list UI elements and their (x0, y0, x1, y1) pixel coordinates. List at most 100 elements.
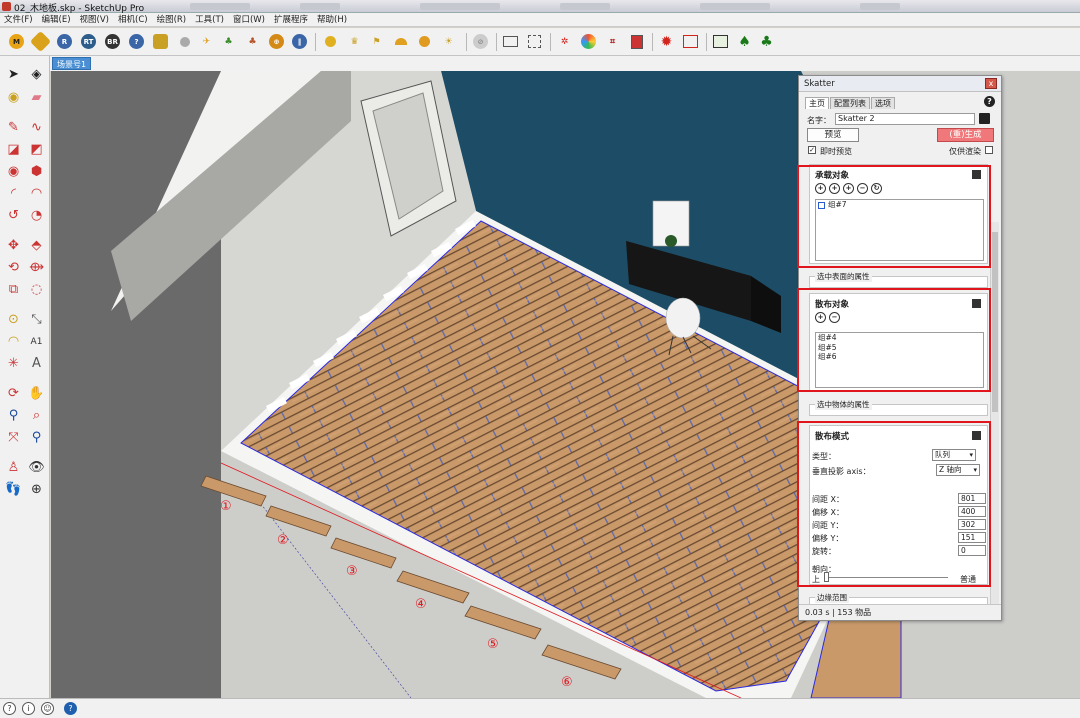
tape-measure-icon[interactable]: ⊙ (4, 310, 23, 329)
flag-icon[interactable]: ⚑ (368, 33, 385, 50)
list-item[interactable]: 组#5 (816, 343, 983, 353)
arc-2-icon[interactable]: ◠ (27, 184, 46, 203)
spacing-x-input[interactable]: 801 (958, 493, 986, 504)
offset-icon[interactable]: ◌ (27, 280, 46, 299)
pan-hand-icon[interactable]: ✋ (27, 384, 46, 403)
arc-3-icon[interactable]: ↺ (4, 206, 23, 225)
dome-light-icon[interactable] (392, 33, 409, 50)
menu-help[interactable]: 帮助(H) (317, 13, 347, 26)
line-pencil-icon[interactable]: ✎ (4, 118, 23, 137)
save-icon[interactable] (979, 113, 990, 124)
tab-home[interactable]: 主页 (805, 97, 829, 109)
menu-file[interactable]: 文件(F) (4, 13, 33, 26)
previous-view-icon[interactable]: ⚲ (27, 428, 46, 447)
fan-icon[interactable]: ✲ (556, 33, 573, 50)
r-plugin-icon[interactable]: R (56, 33, 73, 50)
offset-y-input[interactable]: 151 (958, 532, 986, 543)
select-arrow-icon[interactable]: ➤ (4, 65, 23, 84)
tree-green-icon[interactable]: ♠ (736, 33, 753, 50)
zoom-window-icon[interactable]: ⌕ (27, 406, 46, 425)
move-icon[interactable]: ✥ (4, 236, 23, 255)
proxy-only-checkbox[interactable] (985, 146, 993, 154)
protractor-icon[interactable]: ◠ (4, 332, 23, 351)
pie-icon[interactable]: ◔ (27, 206, 46, 225)
globe-icon[interactable]: ⊕ (268, 33, 285, 50)
pin-icon[interactable] (972, 299, 981, 308)
zoom-icon[interactable]: ⚲ (4, 406, 23, 425)
rt-plugin-icon[interactable]: RT (80, 33, 97, 50)
tree-plant-icon[interactable]: ♣ (220, 33, 237, 50)
instructor-help-icon[interactable]: ? (64, 702, 77, 715)
close-icon[interactable]: x (985, 78, 997, 89)
panel-icon[interactable] (682, 33, 699, 50)
walk-icon[interactable]: 👣 (4, 480, 23, 499)
tab-options[interactable]: 选项 (871, 97, 895, 109)
add-host-3-icon[interactable]: + (843, 183, 854, 194)
tree-blue-icon[interactable]: ♣ (758, 33, 775, 50)
remove-object-icon[interactable]: − (829, 312, 840, 323)
geo-location-icon[interactable]: ? (3, 702, 16, 715)
paint-bucket-icon[interactable]: ◉ (4, 88, 23, 107)
push-pull-icon[interactable]: ⬘ (27, 236, 46, 255)
text-icon[interactable]: A1 (27, 332, 46, 351)
axes-icon[interactable]: ✳ (4, 354, 23, 373)
host-list[interactable]: 组#7 (815, 199, 984, 261)
color-wheel-icon[interactable] (580, 33, 597, 50)
position-camera-icon[interactable]: ♙ (4, 458, 23, 477)
spacing-y-input[interactable]: 302 (958, 519, 986, 530)
m-plugin-icon[interactable]: M (8, 33, 25, 50)
add-host-2-icon[interactable]: + (829, 183, 840, 194)
eraser-icon[interactable]: ▰ (27, 88, 46, 107)
label-icon[interactable] (152, 33, 169, 50)
section-plane-icon[interactable]: ⊕ (27, 480, 46, 499)
arc-icon[interactable]: ◜ (4, 184, 23, 203)
add-host-icon[interactable]: + (815, 183, 826, 194)
menu-edit[interactable]: 编辑(E) (42, 13, 71, 26)
user-icon[interactable]: ☺ (41, 702, 54, 715)
help-circle-icon[interactable]: ? (128, 33, 145, 50)
live-preview-checkbox[interactable]: ✓ (808, 146, 816, 154)
orientation-slider-track[interactable] (824, 577, 948, 578)
rotated-rectangle-icon[interactable]: ◩ (27, 140, 46, 159)
look-around-icon[interactable]: 👁 (27, 458, 46, 477)
freehand-icon[interactable]: ∿ (27, 118, 46, 137)
name-input[interactable]: Skatter 2 (835, 113, 975, 125)
scatter-list[interactable]: 组#4 组#5 组#6 (815, 332, 984, 388)
follow-me-icon[interactable]: ⟴ (27, 258, 46, 277)
rectangle-icon[interactable]: ◪ (4, 140, 23, 159)
menu-draw[interactable]: 绘图(R) (157, 13, 187, 26)
circle-icon[interactable]: ◉ (4, 162, 23, 181)
remove-host-icon[interactable]: − (857, 183, 868, 194)
spotlight-icon[interactable]: ♛ (346, 33, 363, 50)
tab-presets[interactable]: 配置列表 (830, 97, 870, 109)
add-object-icon[interactable]: + (815, 312, 826, 323)
dimension-icon[interactable]: ⤡ (27, 310, 46, 329)
help-icon[interactable]: ? (984, 96, 995, 107)
gear-icon[interactable]: ✹ (658, 33, 675, 50)
panel-scrollbar[interactable] (990, 222, 999, 606)
preview-button[interactable]: 预览 (807, 128, 859, 142)
gem-icon[interactable] (176, 33, 193, 50)
offset-x-input[interactable]: 400 (958, 506, 986, 517)
tag-icon[interactable] (29, 30, 52, 53)
projection-select[interactable]: Z 轴向 (936, 464, 980, 476)
scene-tab-1[interactable]: 场景号1 (52, 57, 92, 70)
list-item[interactable]: 组#7 (816, 200, 983, 210)
menu-camera[interactable]: 相机(C) (118, 13, 148, 26)
make-component-icon[interactable]: ◈ (27, 65, 46, 84)
zoom-extents-icon[interactable]: ⤧ (4, 428, 23, 447)
orbit-icon[interactable]: ⟳ (4, 384, 23, 403)
br-plugin-icon[interactable]: BR (104, 33, 121, 50)
menu-window[interactable]: 窗口(W) (233, 13, 265, 26)
menu-tools[interactable]: 工具(T) (195, 13, 224, 26)
refresh-icon[interactable]: ↻ (871, 183, 882, 194)
bird-icon[interactable]: ✈ (198, 33, 215, 50)
polygon-icon[interactable]: ⬢ (27, 162, 46, 181)
menu-extensions[interactable]: 扩展程序 (274, 13, 308, 26)
tree-plant-2-icon[interactable]: ♣ (244, 33, 261, 50)
generate-button[interactable]: (重)生成 (937, 128, 994, 142)
list-item[interactable]: 组#4 (816, 333, 983, 343)
image-icon[interactable] (712, 33, 729, 50)
pause-icon[interactable]: ‖ (291, 33, 308, 50)
frame-icon[interactable] (502, 33, 519, 50)
